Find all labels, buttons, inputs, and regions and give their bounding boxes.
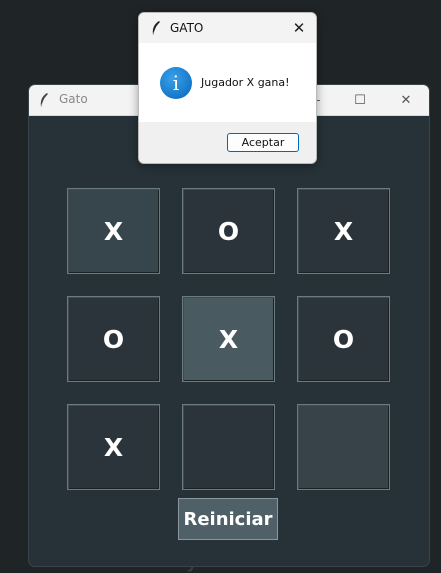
maximize-button[interactable]: ☐ xyxy=(337,85,383,115)
dialog-body: i Jugador X gana! xyxy=(139,43,316,122)
board-cell-4[interactable]: O xyxy=(67,296,160,382)
close-icon: ✕ xyxy=(400,92,412,108)
info-icon: i xyxy=(160,67,192,99)
board-cell-6[interactable]: O xyxy=(297,296,390,382)
close-icon: ✕ xyxy=(292,19,306,37)
dialog-title: GATO xyxy=(170,21,204,35)
accept-button[interactable]: Aceptar xyxy=(227,133,299,152)
main-window-title: Gato xyxy=(59,92,88,106)
board-cell-2[interactable]: O xyxy=(182,188,275,274)
close-button[interactable]: ✕ xyxy=(383,85,429,115)
board-cell-7[interactable]: X xyxy=(67,404,160,490)
feather-icon xyxy=(151,20,161,36)
maximize-icon: ☐ xyxy=(354,92,366,108)
board-cell-9[interactable] xyxy=(297,404,390,490)
board-cell-8[interactable] xyxy=(182,404,275,490)
feather-icon xyxy=(39,92,49,108)
dialog-close-button[interactable]: ✕ xyxy=(282,13,316,43)
board-cell-5[interactable]: X xyxy=(182,296,275,382)
board-cell-3[interactable]: X xyxy=(297,188,390,274)
desktop: y Gato — ☐ ✕ X O X O X O X Reiniciar xyxy=(0,0,441,573)
dialog-titlebar[interactable]: GATO ✕ xyxy=(139,13,316,43)
board-cell-1[interactable]: X xyxy=(67,188,160,274)
restart-button[interactable]: Reiniciar xyxy=(178,498,278,540)
dialog-message: Jugador X gana! xyxy=(201,76,290,89)
dialog-footer: Aceptar xyxy=(139,122,316,163)
result-dialog: GATO ✕ i Jugador X gana! Aceptar xyxy=(138,12,317,164)
